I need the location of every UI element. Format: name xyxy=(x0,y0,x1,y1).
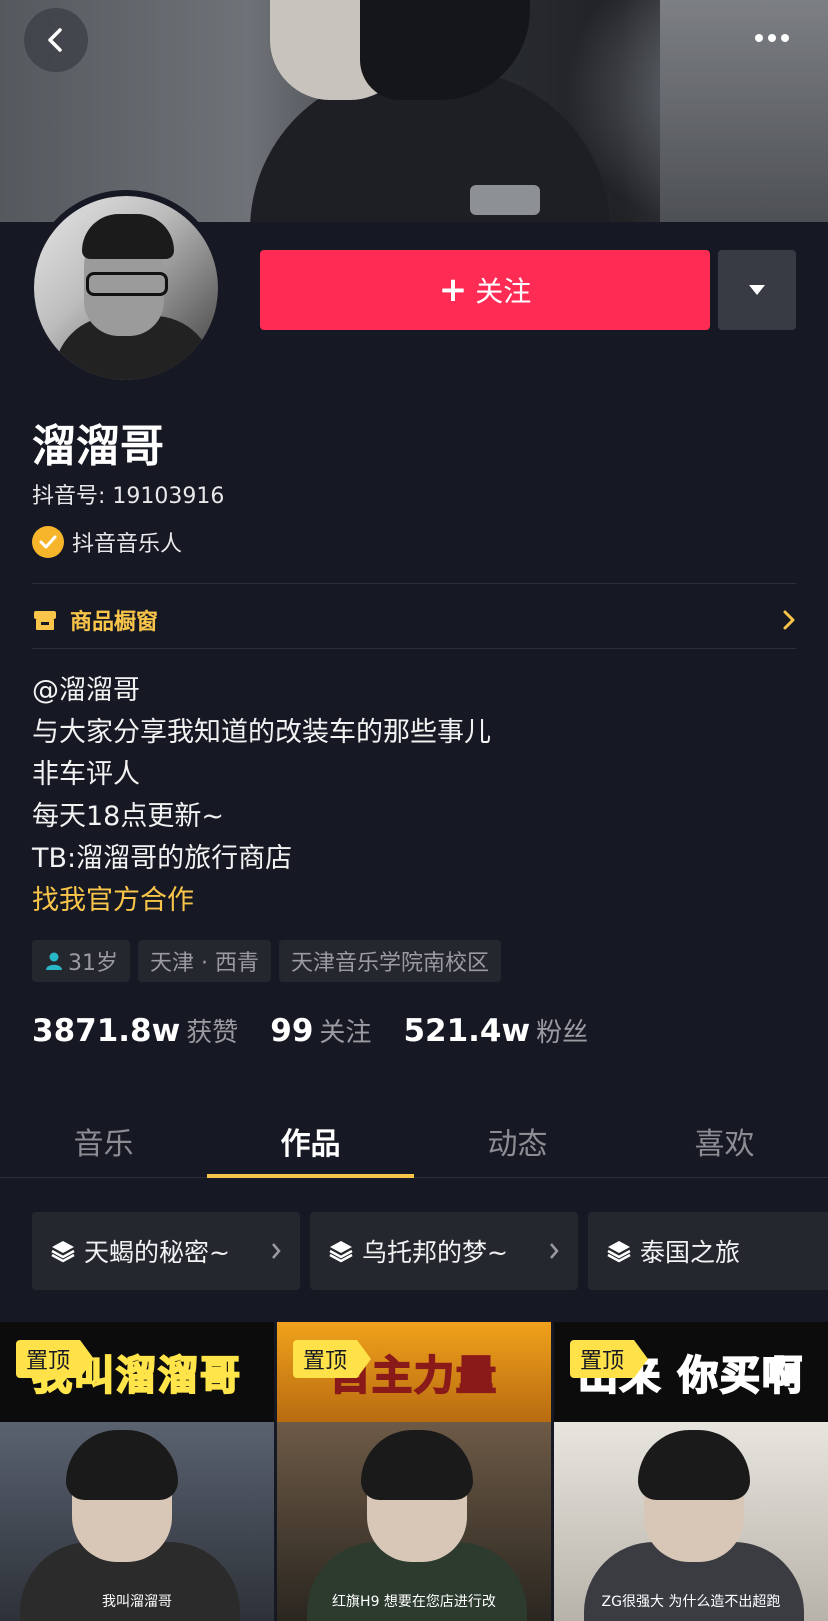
profile-tags: 31岁 天津 · 西青 天津音乐学院南校区 xyxy=(32,940,501,982)
chevron-right-icon xyxy=(272,1243,281,1259)
tab-moments[interactable]: 动态 xyxy=(414,1105,621,1177)
verified-label: 抖音音乐人 xyxy=(72,532,183,557)
verified-check-icon xyxy=(32,526,64,558)
video-subtitle: 我叫溜溜哥 xyxy=(102,1594,172,1610)
bio-line: 每天18点更新~ xyxy=(32,801,224,832)
bio-line: @溜溜哥 xyxy=(32,675,140,706)
layers-icon xyxy=(51,1241,75,1263)
pinned-badge: 置顶 xyxy=(16,1340,95,1378)
caret-down-icon xyxy=(749,285,765,295)
followers-stat[interactable]: 521.4w 粉丝 xyxy=(403,1012,588,1049)
content-tabs: 音乐 作品 动态 喜欢 xyxy=(0,1105,828,1178)
stat-label: 获赞 xyxy=(186,1018,239,1048)
follow-label: 关注 xyxy=(475,275,532,308)
avatar[interactable] xyxy=(28,190,224,386)
video-subtitle: 红旗H9 想要在您店进行改 xyxy=(332,1594,496,1610)
stat-number: 3871.8w xyxy=(32,1013,181,1049)
stat-number: 521.4w xyxy=(403,1013,531,1049)
collection-item[interactable]: 乌托邦的梦~ xyxy=(310,1212,578,1290)
back-button[interactable] xyxy=(24,8,88,72)
tab-works[interactable]: 作品 xyxy=(207,1105,414,1178)
pinned-badge: 置顶 xyxy=(293,1340,372,1378)
stat-label: 关注 xyxy=(319,1018,372,1048)
person-icon xyxy=(46,952,62,970)
bio-line: 非车评人 xyxy=(32,759,140,790)
profile-name: 溜溜哥 xyxy=(32,421,164,472)
business-contact-link[interactable]: 找我官方合作 xyxy=(32,880,491,922)
stat-number: 99 xyxy=(270,1013,314,1049)
chevron-left-icon xyxy=(48,28,62,52)
collection-item[interactable]: 天蝎的秘密~ xyxy=(32,1212,300,1290)
pinned-badge: 置顶 xyxy=(570,1340,649,1378)
bio-line: 与大家分享我知道的改装车的那些事儿 xyxy=(32,717,491,748)
location-tag: 天津 · 西青 xyxy=(138,940,271,982)
douyin-id: 抖音号: 19103916 xyxy=(32,484,225,509)
age-label: 31岁 xyxy=(68,951,118,976)
collection-label: 泰国之旅 xyxy=(640,1238,741,1267)
video-thumbnail[interactable]: 出来 你买啊 置顶 ZG很强大 为什么造不出超跑 xyxy=(554,1322,828,1621)
collection-label: 乌托邦的梦~ xyxy=(362,1238,508,1267)
follow-button[interactable]: + 关注 xyxy=(260,250,710,330)
more-dots-icon xyxy=(755,34,789,42)
bio-line: TB:溜溜哥的旅行商店 xyxy=(32,843,293,874)
recommend-dropdown-button[interactable] xyxy=(718,250,796,330)
more-button[interactable] xyxy=(740,10,804,66)
profile-banner xyxy=(0,0,828,222)
collection-list: 天蝎的秘密~ 乌托邦的梦~ 泰国之旅 xyxy=(32,1212,828,1290)
verified-row: 抖音音乐人 xyxy=(32,526,182,558)
following-stat[interactable]: 99 关注 xyxy=(270,1012,371,1049)
tab-music[interactable]: 音乐 xyxy=(0,1105,207,1177)
school-tag: 天津音乐学院南校区 xyxy=(278,940,501,982)
shop-icon xyxy=(34,611,56,630)
video-thumbnail[interactable]: 我叫溜溜哥 置顶 我叫溜溜哥 xyxy=(0,1322,274,1621)
likes-stat[interactable]: 3871.8w 获赞 xyxy=(32,1012,238,1049)
layers-icon xyxy=(607,1241,631,1263)
profile-stats: 3871.8w 获赞 99 关注 521.4w 粉丝 xyxy=(32,1012,588,1049)
collection-item[interactable]: 泰国之旅 xyxy=(588,1212,828,1290)
chevron-right-icon xyxy=(783,610,795,630)
bio: @溜溜哥 与大家分享我知道的改装车的那些事儿 非车评人 每天18点更新~ TB:… xyxy=(32,670,491,922)
divider xyxy=(32,583,796,584)
collection-label: 天蝎的秘密~ xyxy=(84,1238,230,1267)
shop-window-label: 商品橱窗 xyxy=(70,610,159,635)
stat-label: 粉丝 xyxy=(536,1018,589,1048)
video-thumbnail[interactable]: 自主力量 置顶 红旗H9 想要在您店进行改 xyxy=(277,1322,551,1621)
divider xyxy=(32,648,796,649)
age-tag: 31岁 xyxy=(32,940,130,982)
layers-icon xyxy=(329,1241,353,1263)
chevron-right-icon xyxy=(550,1243,559,1259)
shop-window-row[interactable]: 商品橱窗 xyxy=(32,590,796,650)
video-subtitle: ZG很强大 为什么造不出超跑 xyxy=(601,1594,781,1610)
video-grid: 我叫溜溜哥 置顶 我叫溜溜哥 自主力量 置顶 红旗H9 想要在您店进行改 出来 … xyxy=(0,1322,828,1621)
plus-icon: + xyxy=(438,270,468,310)
tab-likes[interactable]: 喜欢 xyxy=(621,1105,828,1177)
